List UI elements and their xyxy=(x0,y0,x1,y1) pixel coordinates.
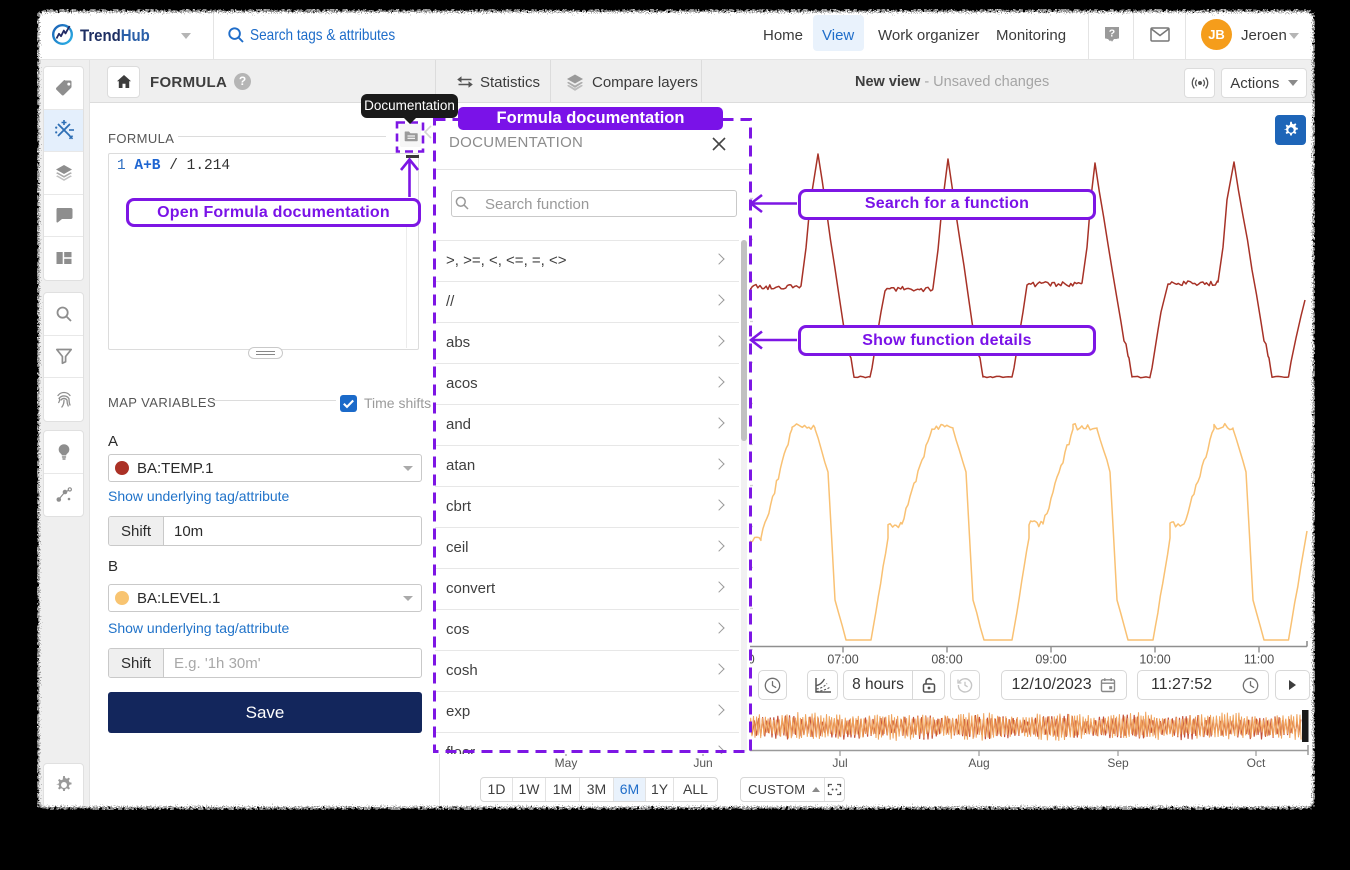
svg-text:Aug: Aug xyxy=(968,756,989,770)
svg-text:09:00: 09:00 xyxy=(1035,653,1066,667)
svg-text:Jun: Jun xyxy=(693,756,712,770)
svg-text:07:00: 07:00 xyxy=(827,653,858,667)
svg-text:?: ? xyxy=(1109,28,1115,40)
svg-text:May: May xyxy=(555,756,578,770)
svg-text:11:00: 11:00 xyxy=(1244,653,1274,667)
svg-text:Sep: Sep xyxy=(1107,756,1129,770)
svg-text:Oct: Oct xyxy=(1247,756,1266,770)
svg-text:Jul: Jul xyxy=(832,756,847,770)
svg-text:08:00: 08:00 xyxy=(931,653,962,667)
svg-text:10:00: 10:00 xyxy=(1139,653,1170,667)
